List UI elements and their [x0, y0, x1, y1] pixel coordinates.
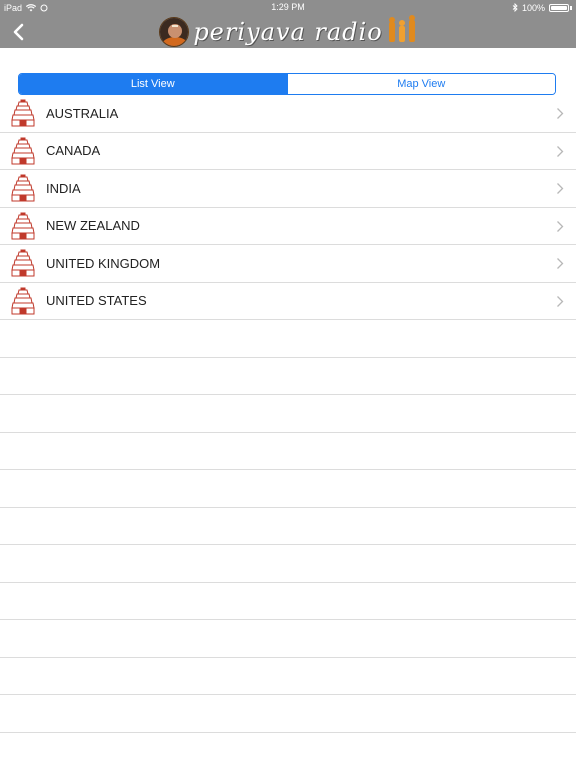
country-list: AUSTRALIA CANADA INDIA NEW ZEALAND UNITE…: [0, 95, 576, 733]
app-title: periyava radio: [193, 17, 383, 46]
list-view-tab[interactable]: List View: [19, 74, 287, 94]
empty-row: [0, 508, 576, 545]
devotee-figures-icon: [387, 14, 417, 49]
list-item-canada[interactable]: CANADA: [0, 133, 576, 170]
temple-gopuram-icon: [11, 287, 35, 315]
chevron-right-icon: [557, 295, 564, 307]
map-view-tab[interactable]: Map View: [286, 74, 555, 94]
empty-row: [0, 583, 576, 620]
country-label: NEW ZEALAND: [46, 218, 140, 234]
country-label: UNITED KINGDOM: [46, 255, 161, 271]
temple-gopuram-icon: [11, 174, 35, 202]
empty-row: [0, 358, 576, 395]
empty-row: [0, 433, 576, 470]
back-button[interactable]: [8, 20, 28, 44]
temple-gopuram-icon: [11, 212, 35, 240]
status-bar: iPad 1:29 PM 100%: [0, 0, 576, 15]
temple-gopuram-icon: [11, 137, 35, 165]
list-item-united-kingdom[interactable]: UNITED KINGDOM: [0, 245, 576, 283]
list-item-new-zealand[interactable]: NEW ZEALAND: [0, 208, 576, 245]
empty-row: [0, 545, 576, 583]
temple-gopuram-icon: [11, 249, 35, 277]
list-item-united-states[interactable]: UNITED STATES: [0, 283, 576, 320]
chevron-right-icon: [557, 145, 564, 157]
chevron-right-icon: [557, 220, 564, 232]
navigation-bar: periyava radio: [0, 15, 576, 48]
temple-gopuram-icon: [11, 99, 35, 127]
empty-row: [0, 620, 576, 658]
chevron-right-icon: [557, 183, 564, 194]
empty-row: [0, 470, 576, 508]
view-segmented-control: List View Map View: [18, 73, 556, 95]
chevron-right-icon: [557, 258, 564, 269]
chevron-left-icon: [13, 23, 24, 41]
country-label: UNITED STATES: [46, 293, 147, 309]
empty-row: [0, 395, 576, 433]
country-label: CANADA: [46, 143, 101, 159]
empty-row: [0, 695, 576, 733]
chevron-right-icon: [557, 108, 564, 119]
empty-row: [0, 320, 576, 358]
swami-portrait-icon: [159, 16, 190, 47]
country-label: AUSTRALIA: [46, 105, 119, 121]
status-time: 1:29 PM: [271, 2, 305, 12]
battery-icon: [549, 3, 569, 12]
list-item-india[interactable]: INDIA: [0, 170, 576, 208]
app-logo: periyava radio: [159, 14, 416, 49]
country-label: INDIA: [46, 180, 81, 196]
list-item-australia[interactable]: AUSTRALIA: [0, 95, 576, 133]
empty-row: [0, 658, 576, 695]
